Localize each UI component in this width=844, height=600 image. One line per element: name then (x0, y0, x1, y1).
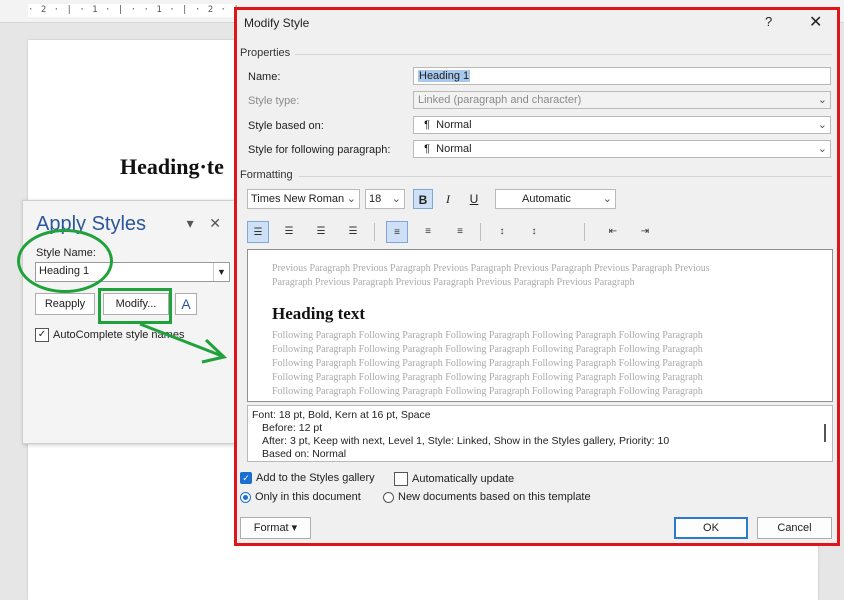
align-left-icon[interactable]: ☰ (247, 221, 269, 243)
description-line: After: 3 pt, Keep with next, Level 1, St… (262, 435, 670, 447)
radio-selected-icon[interactable] (240, 491, 251, 503)
description-line: Font: 18 pt, Bold, Kern at 16 pt, Space (252, 409, 431, 421)
only-this-document-label: Only in this document (255, 491, 361, 503)
one-half-spacing-icon[interactable]: ≡ (417, 221, 439, 243)
annotation-arrow (139, 322, 228, 364)
toolbar-separator (584, 223, 585, 241)
checkbox-unchecked-icon[interactable] (394, 472, 408, 486)
pane-controls: ▾ ✕ (187, 215, 221, 232)
based-on-value: Normal (436, 119, 472, 131)
chevron-down-icon[interactable]: ⌄ (347, 190, 356, 208)
help-icon[interactable]: ? (765, 14, 772, 29)
based-on-select[interactable]: ¶ Normal ⌄ (413, 116, 831, 134)
new-documents-label: New documents based on this template (398, 491, 591, 503)
pane-close-icon[interactable]: ✕ (209, 215, 221, 231)
paragraph-toolbar: ☰ ☰ ☰ ☰ ≡ ≡ ≡ ↕ ↕ ⇤ ⇥ (247, 221, 832, 245)
align-right-icon[interactable]: ☰ (310, 221, 332, 243)
annotation-oval (17, 229, 113, 293)
ruler-scale: · 2 · | · 1 · | · · 1 · | · 2 · | · 3 (28, 4, 238, 17)
preview-heading: Heading text (272, 304, 366, 323)
only-this-document-radio[interactable]: Only in this document (240, 491, 361, 503)
toolbar-separator (480, 223, 481, 241)
document-heading: Heading·te (120, 154, 224, 179)
decrease-paragraph-spacing-icon[interactable]: ↕ (523, 221, 545, 243)
font-size-select[interactable]: 18 ⌄ (365, 189, 405, 209)
preview-previous-paragraph: Paragraph Previous Paragraph Previous Pa… (272, 277, 635, 288)
chevron-down-icon[interactable]: ⌄ (392, 190, 401, 208)
following-paragraph-value: Normal (436, 143, 472, 155)
font-color-select[interactable]: Automatic ⌄ (495, 189, 616, 209)
increase-paragraph-spacing-icon[interactable]: ↕ (491, 221, 513, 243)
close-icon[interactable]: ✕ (809, 12, 822, 32)
pilcrow-icon: ¶ (424, 119, 431, 131)
chevron-down-icon[interactable]: ⌄ (818, 141, 827, 157)
preview-following-paragraph: Following Paragraph Following Paragraph … (272, 358, 703, 369)
preview-following-paragraph: Following Paragraph Following Paragraph … (272, 386, 703, 397)
pane-menu-icon[interactable]: ▾ (187, 215, 194, 231)
styles-pane-icon[interactable]: A (175, 293, 197, 315)
chevron-down-icon[interactable]: ▼ (213, 263, 229, 281)
format-button[interactable]: Format ▾ (240, 517, 311, 539)
based-on-label: Style based on: (248, 120, 324, 132)
formatting-divider (299, 176, 832, 177)
description-line: Based on: Normal (262, 448, 347, 460)
chevron-down-icon: ⌄ (817, 94, 827, 106)
checkbox-checked-icon[interactable]: ✓ (240, 472, 252, 484)
style-type-value: Linked (paragraph and character) (418, 94, 582, 106)
preview-following-paragraph: Following Paragraph Following Paragraph … (272, 372, 703, 383)
following-paragraph-select[interactable]: ¶ Normal ⌄ (413, 140, 831, 158)
font-size-value: 18 (369, 193, 382, 205)
decrease-indent-icon[interactable]: ⇤ (602, 221, 624, 243)
add-to-gallery-checkbox[interactable]: ✓ Add to the Styles gallery (240, 472, 375, 484)
chevron-down-icon[interactable]: ⌄ (818, 117, 827, 133)
description-line: Before: 12 pt (262, 422, 323, 434)
modify-style-dialog: Modify Style ? ✕ Properties Name: Headin… (234, 7, 840, 546)
auto-update-label: Automatically update (412, 473, 515, 485)
toolbar-separator (374, 223, 375, 241)
font-color-value: Automatic (522, 193, 571, 205)
preview-following-paragraph: Following Paragraph Following Paragraph … (272, 330, 703, 341)
single-spacing-icon[interactable]: ≡ (386, 221, 408, 243)
new-documents-radio[interactable]: New documents based on this template (383, 491, 591, 503)
style-type-select: Linked (paragraph and character) ⌄ (413, 91, 831, 109)
align-center-icon[interactable]: ☰ (278, 221, 300, 243)
style-description[interactable]: Font: 18 pt, Bold, Kern at 16 pt, Space … (247, 405, 833, 462)
justify-icon[interactable]: ☰ (342, 221, 364, 243)
bold-button[interactable]: B (413, 189, 433, 209)
cancel-button[interactable]: Cancel (757, 517, 832, 539)
radio-unselected-icon[interactable] (383, 491, 394, 503)
pilcrow-icon: ¶ (424, 143, 431, 155)
style-type-label: Style type: (248, 95, 300, 107)
checkbox-checked-icon[interactable]: ✓ (35, 328, 49, 342)
increase-indent-icon[interactable]: ⇥ (634, 221, 656, 243)
double-spacing-icon[interactable]: ≡ (449, 221, 471, 243)
formatting-toolbar: Times New Roman ⌄ 18 ⌄ B I U Automatic ⌄ (247, 189, 832, 211)
style-preview: Previous Paragraph Previous Paragraph Pr… (247, 249, 833, 402)
dialog-title: Modify Style (244, 16, 310, 30)
italic-button[interactable]: I (438, 189, 458, 209)
underline-button[interactable]: U (464, 189, 484, 209)
properties-divider (295, 54, 832, 55)
preview-previous-paragraph: Previous Paragraph Previous Paragraph Pr… (272, 263, 710, 274)
ok-button[interactable]: OK (674, 517, 748, 539)
formatting-section-label: Formatting (240, 169, 293, 181)
font-value: Times New Roman (251, 193, 345, 205)
preview-following-paragraph: Following Paragraph Following Paragraph … (272, 344, 703, 355)
properties-section-label: Properties (240, 47, 291, 59)
chevron-down-icon[interactable]: ⌄ (603, 190, 612, 208)
name-field[interactable]: Heading 1 (413, 67, 831, 85)
name-value: Heading 1 (418, 70, 471, 82)
name-label: Name: (248, 71, 281, 83)
description-scrollbar[interactable] (824, 424, 826, 442)
font-select[interactable]: Times New Roman ⌄ (247, 189, 360, 209)
add-to-gallery-label: Add to the Styles gallery (256, 472, 375, 484)
reapply-button[interactable]: Reapply (35, 293, 95, 315)
auto-update-checkbox[interactable]: Automatically update (394, 472, 514, 486)
following-paragraph-label: Style for following paragraph: (248, 144, 391, 156)
